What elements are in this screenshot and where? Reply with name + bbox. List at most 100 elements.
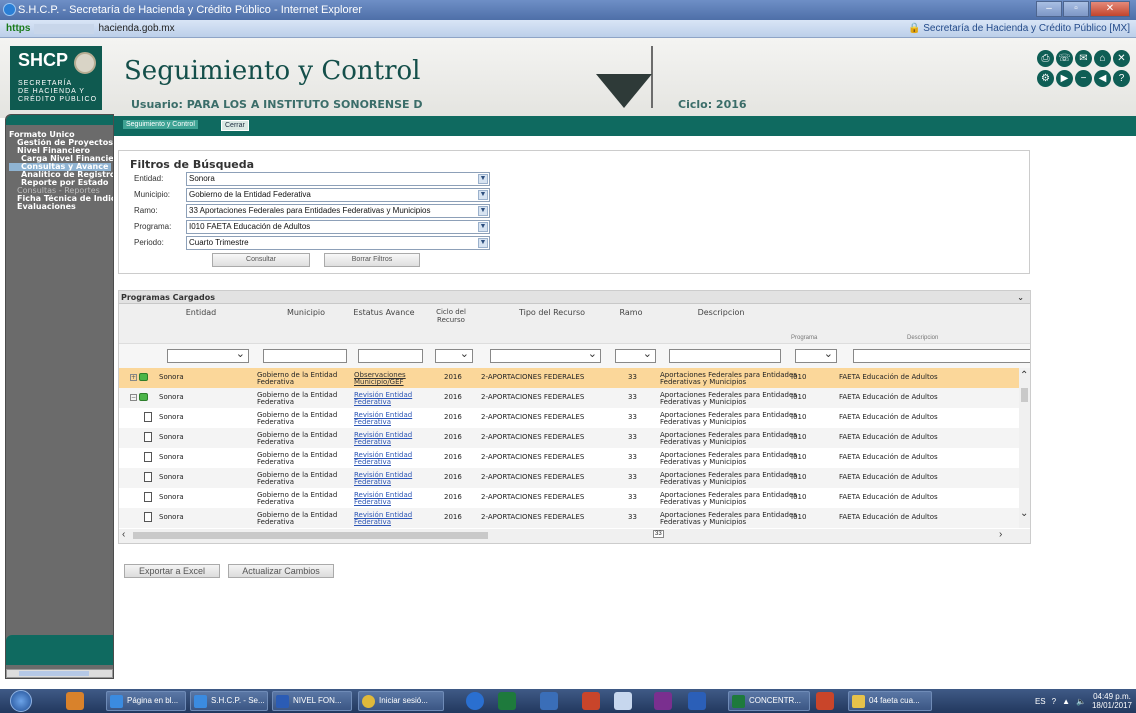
table-row[interactable]: − Sonora Gobierno de la Entidad Federativ…	[119, 388, 1019, 408]
table-row[interactable]: Sonora Gobierno de la Entidad Federativa …	[119, 448, 1019, 468]
table-row[interactable]: Sonora Gobierno de la Entidad Federativa …	[119, 408, 1019, 428]
periodo-select[interactable]: Cuarto Trimestre ▼	[186, 236, 490, 250]
help-icon[interactable]: ?	[1052, 697, 1056, 706]
cell-estatus-link[interactable]: Observaciones Municipio/GEF	[354, 372, 406, 386]
chevron-down-icon[interactable]: ⌄	[1017, 291, 1024, 304]
table-row[interactable]: + Sonora Gobierno de la Entidad Federativ…	[119, 368, 1019, 388]
back-icon[interactable]: ◀	[1094, 70, 1111, 87]
consultar-button[interactable]: Consultar	[212, 253, 310, 267]
col-tipo[interactable]: Tipo del Recurso	[497, 308, 607, 317]
sidebar-item-nivel-financiero[interactable]: Nivel Financiero	[9, 147, 113, 155]
cell-estatus-link[interactable]: Revisión Entidad Federativa	[354, 392, 412, 406]
sidebar-item-evaluaciones[interactable]: Evaluaciones	[9, 203, 113, 211]
calendar-icon[interactable]	[540, 692, 558, 710]
sidebar-item-carga-nivel[interactable]: Carga Nivel Financiero	[9, 155, 113, 163]
sidebar-item-reporte-estado[interactable]: Reporte por Estado	[9, 179, 113, 187]
onenote-icon[interactable]	[654, 692, 672, 710]
help-icon[interactable]: ?	[1113, 70, 1130, 87]
entidad-select[interactable]: Sonora ▼	[186, 172, 490, 186]
grid-vertical-scrollbar[interactable]: ⌃ ⌄	[1019, 368, 1030, 528]
taskbar-item-word[interactable]: NIVEL FON...	[272, 691, 352, 711]
table-row[interactable]: Sonora Gobierno de la Entidad Federativa …	[119, 468, 1019, 488]
table-row[interactable]: Sonora Gobierno de la Entidad Federativa …	[119, 508, 1019, 528]
taskbar-item-chrome[interactable]: Iniciar sesió...	[358, 691, 444, 711]
scroll-up-icon[interactable]: ⌃	[1020, 370, 1028, 381]
filter-estatus-input[interactable]	[358, 349, 423, 363]
outlook-icon[interactable]	[688, 692, 706, 710]
printer-icon[interactable]: ⎙	[1037, 50, 1054, 67]
borrar-filtros-button[interactable]: Borrar Filtros	[324, 253, 420, 267]
sidebar-item-analitico[interactable]: Analítico de Registro	[9, 171, 113, 179]
cell-estatus-link[interactable]: Revisión Entidad Federativa	[354, 432, 412, 446]
municipio-select[interactable]: Gobierno de la Entidad Federativa ▼	[186, 188, 490, 202]
address-url[interactable]: https hacienda.gob.mx	[6, 23, 175, 34]
col-prog-descripcion[interactable]: Descripcion	[907, 335, 938, 341]
media-player-icon[interactable]	[66, 692, 84, 710]
filter-ramo-select[interactable]	[615, 347, 656, 363]
network-icon[interactable]: ▲	[1062, 697, 1070, 706]
security-identity[interactable]: 🔒 Secretaría de Hacienda y Crédito Públi…	[908, 23, 1130, 34]
chevron-down-icon[interactable]: ▼	[478, 190, 488, 200]
sidebar-item-formato-unico[interactable]: Formato Único	[9, 131, 113, 139]
close-icon[interactable]: ✕	[1113, 50, 1130, 67]
col-estatus[interactable]: Estatus Avance	[349, 308, 419, 317]
tab-cerrar[interactable]: Cerrar	[221, 120, 249, 131]
sidebar-scroll-thumb[interactable]	[19, 671, 89, 676]
grid-horizontal-scrollbar[interactable]: ‹ ›	[119, 529, 1030, 543]
sidebar-scrollbar[interactable]	[6, 669, 113, 678]
scroll-right-icon[interactable]: ›	[999, 529, 1002, 540]
ramo-select[interactable]: 33 Aportaciones Federales para Entidades…	[186, 204, 490, 218]
scroll-left-icon[interactable]: ‹	[122, 529, 125, 540]
start-button[interactable]	[10, 690, 32, 712]
chevron-down-icon[interactable]: ▼	[478, 222, 488, 232]
mail-icon[interactable]: ✉	[1075, 50, 1092, 67]
cell-estatus-link[interactable]: Revisión Entidad Federativa	[354, 452, 412, 466]
filter-descripcion-input[interactable]	[669, 349, 781, 363]
grid-vscroll-thumb[interactable]	[1021, 388, 1028, 402]
filter-ciclo-select[interactable]	[435, 347, 473, 363]
col-ciclo[interactable]: Ciclo del Recurso	[431, 308, 471, 324]
taskbar-item-ie1[interactable]: Página en bl...	[106, 691, 186, 711]
taskbar-item-folder[interactable]: 04 faeta cua...	[848, 691, 932, 711]
minimize-button[interactable]: –	[1036, 1, 1062, 17]
sidebar-item-ficha-tecnica[interactable]: Ficha Técnica de Indicadores	[9, 195, 113, 203]
taskbar-item-ie2[interactable]: S.H.C.P. - Se...	[190, 691, 268, 711]
minus-icon[interactable]: −	[1075, 70, 1092, 87]
filter-prog-descripcion-input[interactable]	[853, 349, 1030, 363]
programa-select[interactable]: I010 FAETA Educación de Adultos ▼	[186, 220, 490, 234]
filter-entidad-select[interactable]	[167, 347, 249, 363]
col-ramo[interactable]: Ramo	[611, 308, 651, 317]
chevron-down-icon[interactable]: ▼	[478, 174, 488, 184]
sidebar-item-gestion-proyectos[interactable]: Gestión de Proyectos	[9, 139, 113, 147]
update-changes-button[interactable]: Actualizar Cambios	[228, 564, 334, 578]
document-icon[interactable]	[614, 692, 632, 710]
col-municipio[interactable]: Municipio	[271, 308, 341, 317]
firefox-icon[interactable]	[466, 692, 484, 710]
play-icon[interactable]: ▶	[1056, 70, 1073, 87]
presentation-icon[interactable]	[582, 692, 600, 710]
sidebar-item-consultas-reportes[interactable]: Consultas - Reportes	[9, 187, 113, 195]
cell-estatus-link[interactable]: Revisión Entidad Federativa	[354, 472, 412, 486]
col-entidad[interactable]: Entidad	[176, 308, 226, 317]
expand-icon[interactable]: +	[130, 374, 137, 381]
excel-icon[interactable]	[498, 692, 516, 710]
cell-estatus-link[interactable]: Revisión Entidad Federativa	[354, 492, 412, 506]
scroll-down-icon[interactable]: ⌄	[1020, 508, 1028, 519]
cell-estatus-link[interactable]: Revisión Entidad Federativa	[354, 512, 412, 526]
clock[interactable]: 04:49 p.m. 18/01/2017	[1092, 692, 1132, 710]
export-excel-button[interactable]: Exportar a Excel	[124, 564, 220, 578]
filter-tipo-select[interactable]	[490, 347, 601, 363]
col-descripcion[interactable]: Descripcion	[681, 308, 761, 317]
home-icon[interactable]: ⌂	[1094, 50, 1111, 67]
taskbar-item-excel[interactable]: CONCENTR...	[728, 691, 810, 711]
sidebar-item-consultas-avance[interactable]: Consultas y Avance	[9, 163, 111, 171]
language-indicator[interactable]: ES	[1035, 697, 1046, 706]
chevron-down-icon[interactable]: ▼	[478, 206, 488, 216]
col-programa[interactable]: Programa	[791, 335, 817, 341]
chevron-down-icon[interactable]: ▼	[478, 238, 488, 248]
volume-icon[interactable]: 🔈	[1076, 697, 1086, 706]
address-bar[interactable]: https hacienda.gob.mx 🔒 Secretaría de Ha…	[0, 20, 1136, 38]
phone-icon[interactable]: ☏	[1056, 50, 1073, 67]
close-window-button[interactable]: ✕	[1090, 1, 1130, 17]
filter-programa-select[interactable]	[795, 347, 837, 363]
